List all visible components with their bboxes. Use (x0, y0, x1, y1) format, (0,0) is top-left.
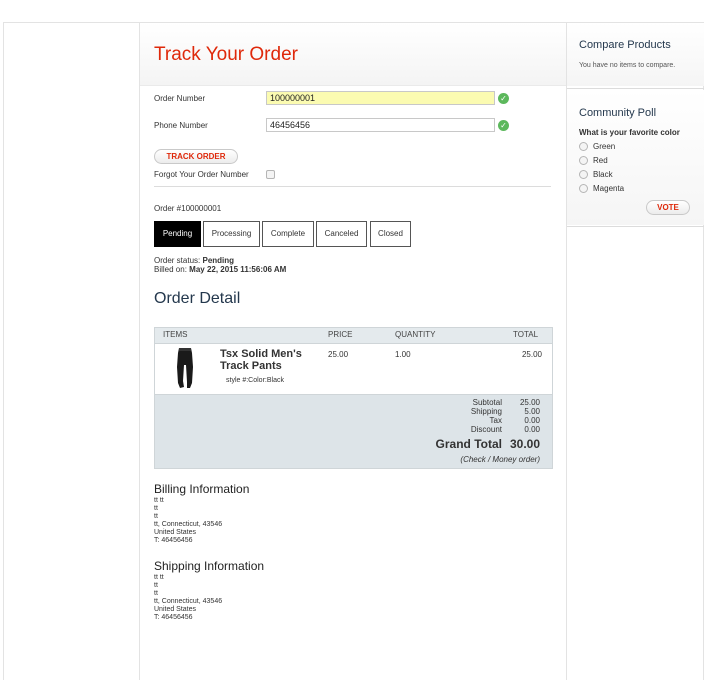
status-tab-canceled[interactable]: Canceled (316, 221, 367, 247)
page-title: Track Your Order (154, 44, 298, 65)
phone-number-input[interactable]: 46456456 (266, 118, 495, 132)
poll-radio-green[interactable] (579, 142, 588, 151)
track-order-button[interactable]: TRACK ORDER (154, 149, 238, 164)
billed-on-value: May 22, 2015 11:56:06 AM (189, 265, 287, 274)
status-tab-pending[interactable]: Pending (154, 221, 201, 247)
shipping-heading: Shipping Information (154, 559, 265, 573)
discount-label: Discount (470, 425, 502, 434)
order-number-text: Order #100000001 (154, 204, 222, 213)
col-items: ITEMS (163, 330, 188, 339)
left-column-divider (139, 23, 140, 680)
poll-option-red: Red (593, 156, 608, 165)
order-status-label: Order status: (154, 256, 201, 265)
grand-total-value: 30.00 (509, 437, 540, 451)
payment-method: (Check / Money order) (460, 455, 540, 464)
poll-radio-black[interactable] (579, 170, 588, 179)
item-price: 25.00 (328, 350, 349, 359)
subtotal-label: Subtotal (472, 398, 502, 407)
items-table-header (154, 327, 553, 344)
sidebar-divider (567, 88, 704, 89)
shipping-address: tt tt tt tt tt, Connecticut, 43546 Unite… (154, 574, 223, 621)
item-total: 25.00 (521, 350, 542, 359)
check-circle-icon: ✓ (498, 120, 509, 131)
compare-products-title: Compare Products (579, 39, 671, 51)
forgot-order-number-checkbox[interactable] (266, 170, 275, 179)
poll-radio-magenta[interactable] (579, 184, 588, 193)
order-status-line: Order status: Pending (154, 256, 234, 265)
product-image[interactable] (174, 347, 196, 389)
subtotal-value: 25.00 (519, 398, 540, 407)
billed-on-label: Billed on: (154, 265, 187, 274)
sidebar-divider (567, 226, 704, 227)
order-status-value: Pending (202, 256, 235, 265)
vote-button[interactable]: VOTE (646, 200, 690, 215)
tax-value: 0.00 (524, 416, 540, 425)
community-poll-title: Community Poll (579, 107, 657, 119)
status-tab-processing[interactable]: Processing (203, 221, 260, 247)
billing-address: tt tt tt tt tt, Connecticut, 43546 Unite… (154, 497, 223, 544)
shipping-value: 5.00 (524, 407, 540, 416)
order-number-input[interactable]: 100000001 (266, 91, 495, 105)
tax-label: Tax (489, 416, 502, 425)
poll-question: What is your favorite color (579, 128, 680, 137)
poll-option-green: Green (593, 142, 616, 151)
product-name[interactable]: Tsx Solid Men's Track Pants (220, 348, 320, 372)
col-total: TOTAL (513, 330, 539, 339)
col-quantity: QUANTITY (395, 330, 436, 339)
poll-radio-red[interactable] (579, 156, 588, 165)
billed-on-line: Billed on: May 22, 2015 11:56:06 AM (154, 265, 286, 274)
discount-value: 0.00 (524, 425, 540, 434)
forgot-order-number-label: Forgot Your Order Number (154, 170, 249, 179)
col-price: PRICE (328, 330, 353, 339)
compare-products-text: You have no items to compare. (579, 62, 676, 69)
order-number-label: Order Number (154, 94, 206, 103)
compare-block (567, 23, 704, 86)
status-tab-complete[interactable]: Complete (262, 221, 314, 247)
status-tab-closed[interactable]: Closed (370, 221, 411, 247)
item-quantity: 1.00 (395, 350, 411, 359)
table-row (154, 344, 553, 394)
poll-option-black: Black (593, 170, 613, 179)
check-circle-icon: ✓ (498, 93, 509, 104)
product-option: style #:Color:Black (226, 377, 284, 384)
divider (154, 186, 551, 187)
billing-heading: Billing Information (154, 482, 250, 496)
order-detail-heading: Order Detail (154, 290, 241, 307)
phone-number-label: Phone Number (154, 121, 208, 130)
poll-option-magenta: Magenta (593, 184, 625, 193)
grand-total-label: Grand Total (435, 437, 502, 451)
shipping-label: Shipping (470, 407, 502, 416)
